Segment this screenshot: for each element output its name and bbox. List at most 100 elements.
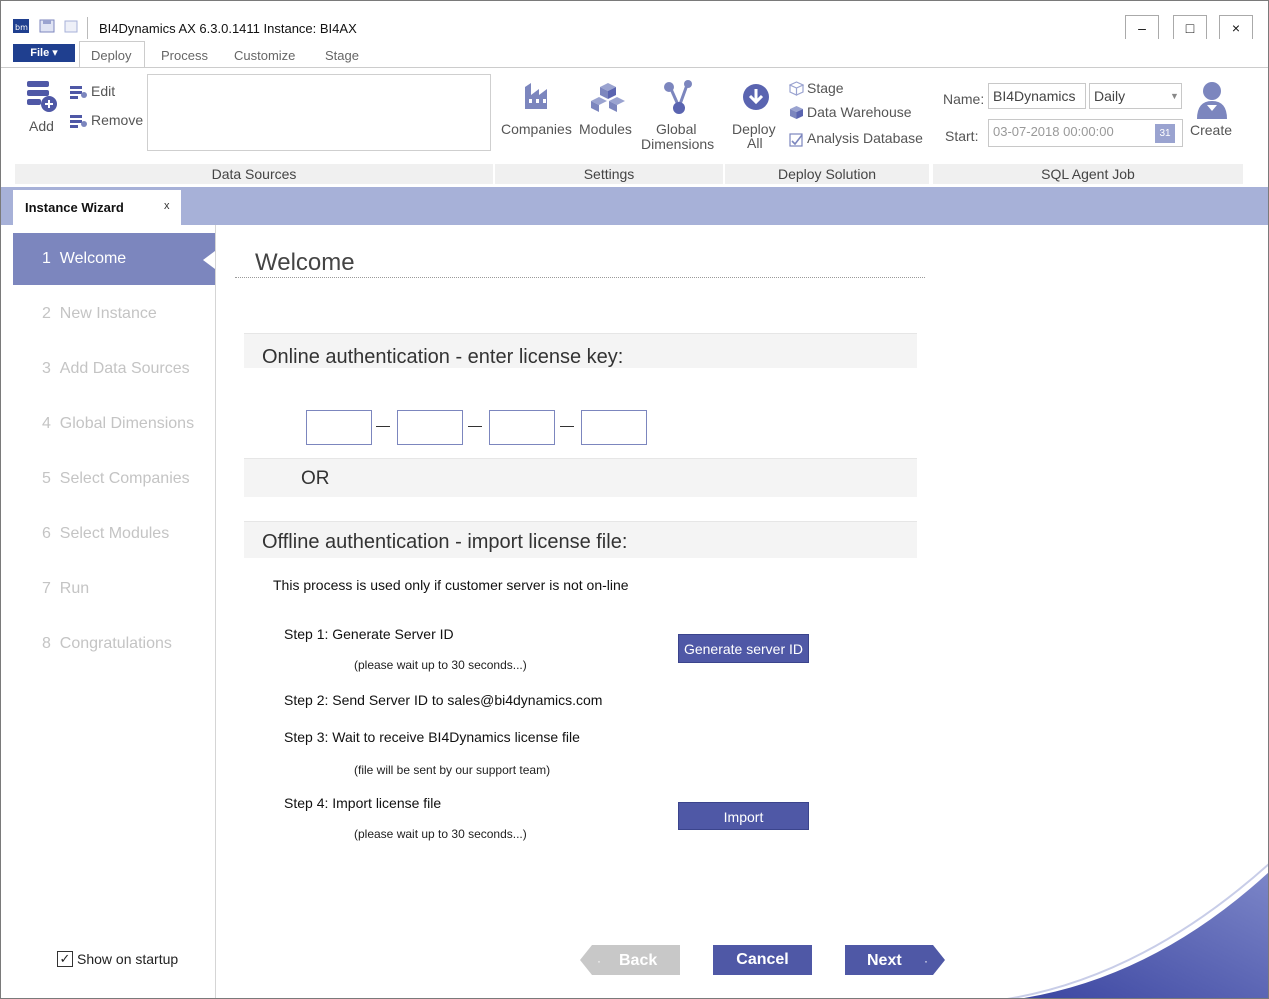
add-datasource-label[interactable]: Add bbox=[29, 119, 54, 134]
step-global-dimensions[interactable]: 4 Global Dimensions bbox=[13, 398, 215, 450]
create-job-button[interactable]: Create bbox=[1190, 123, 1232, 138]
schedule-selected-value: Daily bbox=[1094, 88, 1126, 104]
key-dash bbox=[560, 426, 574, 427]
stage-option[interactable]: Stage bbox=[807, 81, 844, 96]
step4-text: Step 4: Import license file bbox=[284, 795, 442, 811]
step-new-instance[interactable]: 2 New Instance bbox=[13, 288, 215, 340]
svg-text:bm: bm bbox=[15, 23, 28, 32]
save-icon[interactable] bbox=[39, 19, 55, 33]
analysis-database-option[interactable]: Analysis Database bbox=[807, 131, 923, 146]
step-number: 8 bbox=[42, 635, 51, 652]
step-label: Global Dimensions bbox=[59, 415, 195, 432]
job-start-input[interactable]: 03-07-2018 00:00:00 bbox=[988, 119, 1183, 147]
step-congratulations[interactable]: 8 Congratulations bbox=[13, 618, 215, 670]
online-auth-heading: Online authentication - enter license ke… bbox=[262, 346, 624, 368]
open-icon[interactable] bbox=[63, 19, 79, 33]
license-key-part-4[interactable] bbox=[581, 410, 647, 445]
key-dash bbox=[468, 426, 482, 427]
group-label-data-sources: Data Sources bbox=[15, 164, 493, 184]
job-name-label: Name: bbox=[943, 91, 985, 107]
step-select-companies[interactable]: 5 Select Companies bbox=[13, 453, 215, 505]
license-key-part-2[interactable] bbox=[397, 410, 463, 445]
next-button[interactable]: Next · bbox=[845, 945, 945, 975]
file-menu-button[interactable]: File ▾ bbox=[13, 44, 75, 62]
window-title: BI4Dynamics AX 6.3.0.1411 Instance: BI4A… bbox=[99, 21, 357, 36]
chevron-down-icon[interactable]: ▼ bbox=[1170, 84, 1179, 108]
tab-process[interactable]: Process bbox=[161, 48, 208, 63]
step1-text: Step 1: Generate Server ID bbox=[284, 626, 454, 642]
tab-customize[interactable]: Customize bbox=[234, 48, 295, 63]
license-key-part-3[interactable] bbox=[489, 410, 555, 445]
step-label: Select Companies bbox=[59, 470, 190, 487]
active-step-notch bbox=[203, 251, 215, 269]
global-dimensions-icon bbox=[664, 80, 692, 114]
step-number: 2 bbox=[42, 305, 51, 322]
offline-auth-heading: Offline authentication - import license … bbox=[262, 531, 628, 553]
show-on-startup-checkbox[interactable]: ✓ bbox=[57, 951, 73, 967]
calendar-icon[interactable]: 31 bbox=[1155, 124, 1175, 143]
close-tab-icon[interactable]: x bbox=[164, 200, 170, 212]
schedule-select[interactable]: Daily ▼ bbox=[1089, 83, 1182, 109]
remove-datasource-button[interactable]: Remove bbox=[91, 113, 143, 128]
step-number: 1 bbox=[42, 250, 51, 267]
step-label: New Instance bbox=[59, 305, 157, 322]
step-label: Run bbox=[59, 580, 90, 597]
document-tab-strip bbox=[1, 187, 1268, 225]
tab-stage[interactable]: Stage bbox=[325, 48, 359, 63]
job-start-label: Start: bbox=[945, 128, 979, 144]
companies-icon bbox=[525, 83, 547, 109]
step-number: 6 bbox=[42, 525, 51, 542]
step-select-modules[interactable]: 6 Select Modules bbox=[13, 508, 215, 560]
step3-note: (file will be sent by our support team) bbox=[354, 763, 551, 777]
generate-server-id-button[interactable]: Generate server ID bbox=[678, 634, 809, 663]
svg-text:·: · bbox=[924, 954, 928, 968]
analysis-database-icon bbox=[789, 133, 803, 147]
title-divider bbox=[235, 277, 925, 279]
step-label: Welcome bbox=[59, 250, 127, 267]
offline-description: This process is used only if customer se… bbox=[273, 577, 629, 593]
page-title: Welcome bbox=[255, 249, 355, 276]
remove-icon bbox=[70, 115, 87, 128]
job-name-input[interactable]: BI4Dynamics bbox=[988, 83, 1086, 109]
group-label-settings: Settings bbox=[495, 164, 723, 184]
modules-icon bbox=[591, 83, 625, 112]
step-label: Congratulations bbox=[59, 635, 172, 652]
global-dimensions-label-2[interactable]: Dimensions bbox=[641, 137, 714, 152]
companies-button[interactable]: Companies bbox=[501, 122, 572, 137]
or-label: OR bbox=[301, 468, 330, 489]
tab-instance-wizard-label: Instance Wizard bbox=[25, 200, 124, 215]
step-add-data-sources[interactable]: 3 Add Data Sources bbox=[13, 343, 215, 395]
title-separator bbox=[87, 17, 88, 39]
edit-icon bbox=[70, 86, 87, 99]
tab-deploy[interactable]: Deploy bbox=[91, 48, 131, 63]
svg-text:·: · bbox=[597, 954, 601, 968]
datasource-list[interactable] bbox=[147, 74, 491, 151]
app-logo-icon: bm bbox=[13, 19, 29, 33]
step2-text: Step 2: Send Server ID to sales@bi4dynam… bbox=[284, 692, 603, 708]
edit-datasource-button[interactable]: Edit bbox=[91, 84, 115, 99]
cancel-button[interactable]: Cancel bbox=[713, 945, 812, 975]
step-number: 7 bbox=[42, 580, 51, 597]
import-license-button[interactable]: Import bbox=[678, 802, 809, 830]
back-button[interactable]: · Back bbox=[580, 945, 680, 975]
key-dash bbox=[376, 426, 390, 427]
data-warehouse-option[interactable]: Data Warehouse bbox=[807, 105, 912, 120]
group-label-deploy-solution: Deploy Solution bbox=[725, 164, 929, 184]
step-run[interactable]: 7 Run bbox=[13, 563, 215, 615]
deploy-all-icon bbox=[743, 84, 769, 110]
global-dimensions-label-1[interactable]: Global bbox=[656, 122, 696, 137]
modules-button[interactable]: Modules bbox=[579, 122, 632, 137]
add-datasource-icon[interactable] bbox=[25, 79, 59, 113]
step-number: 4 bbox=[42, 415, 51, 432]
corner-decoration bbox=[1006, 863, 1268, 998]
next-label: Next bbox=[867, 952, 902, 969]
data-warehouse-icon bbox=[790, 106, 803, 119]
create-job-icon bbox=[1197, 82, 1227, 119]
deploy-all-label-2[interactable]: All bbox=[747, 136, 763, 151]
or-band bbox=[244, 458, 917, 497]
license-key-part-1[interactable] bbox=[306, 410, 372, 445]
step1-note: (please wait up to 30 seconds...) bbox=[354, 658, 527, 672]
step-welcome[interactable]: 1 Welcome bbox=[13, 233, 215, 285]
step-number: 5 bbox=[42, 470, 51, 487]
step-number: 3 bbox=[42, 360, 51, 377]
